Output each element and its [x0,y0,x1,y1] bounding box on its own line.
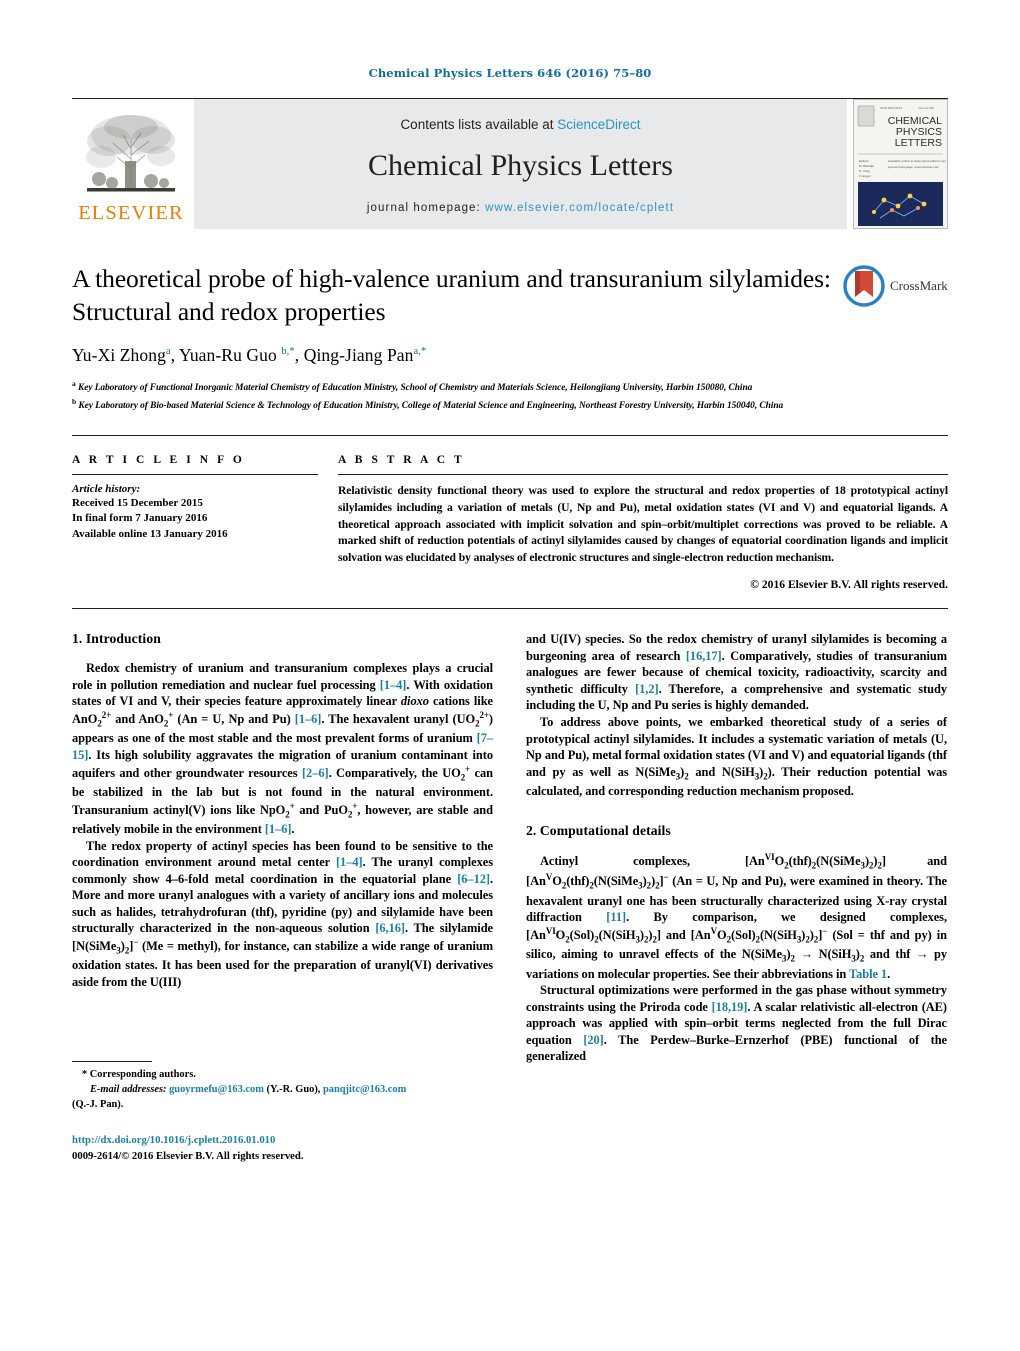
crossmark-badge[interactable]: CrossMark [843,265,948,307]
citation-ref[interactable]: [1–6] [295,712,322,726]
running-head: Chemical Physics Letters 646 (2016) 75–8… [368,66,652,80]
article-page: Chemical Physics Letters 646 (2016) 75–8… [0,0,1020,1351]
citation-ref[interactable]: [2–6] [302,766,329,780]
citation-ref[interactable]: [6–12] [457,872,490,886]
article-info-column: A R T I C L E I N F O Article history: R… [72,454,338,592]
footnote-email-owner-pan: (Q.-J. Pan). [72,1099,124,1111]
section-heading-introduction: 1. Introduction [72,631,161,647]
intro-paragraph-1: Redox chemistry of uranium and transuran… [72,661,494,837]
journal-cover-thumbnail: ISSN 0009-2614 Volume 646 CHEMICAL PHYSI… [853,99,948,229]
affiliation-list: a Key Laboratory of Functional Inorganic… [72,378,948,413]
abstract-copyright: © 2016 Elsevier B.V. All rights reserved… [750,578,948,592]
affiliation-a: a Key Laboratory of Functional Inorganic… [72,378,948,396]
svg-text:Available online at www.scienc: Available online at www.sciencedirect.co… [888,159,946,163]
svg-text:LETTERS: LETTERS [895,137,942,149]
svg-text:V. Engel: V. Engel [859,174,871,178]
corresponding-marker: * [289,346,295,358]
crossmark-label: CrossMark [890,278,948,293]
footnote-rule [72,1060,152,1062]
citation-ref[interactable]: [20] [583,1033,604,1047]
citation-ref[interactable]: [7–15] [72,731,493,762]
email-owner-guo: (Y.-R. Guo), [266,1084,321,1096]
abstract-heading: A B S T R A C T [338,453,465,466]
article-info-rule [72,473,318,475]
doi-link[interactable]: http://dx.doi.org/10.1016/j.cplett.2016.… [72,1132,493,1148]
article-history-final-form: In final form 7 January 2016 [72,512,208,525]
journal-homepage-line: journal homepage: www.elsevier.com/locat… [367,202,674,214]
email-link-guo[interactable]: guoyrmefu@163.com [169,1084,264,1095]
title-block: CrossMark A theoretical probe of high-va… [72,263,948,414]
journal-band: Contents lists available at ScienceDirec… [194,99,847,229]
citation-ref[interactable]: [16,17] [686,649,722,663]
author-affil-marker: a, [413,346,422,358]
svg-text:ISSN 0009-2614: ISSN 0009-2614 [880,106,903,110]
doi-block: http://dx.doi.org/10.1016/j.cplett.2016.… [72,1132,493,1164]
article-info-heading: A R T I C L E I N F O [72,453,245,466]
citation-ref[interactable]: [1,2] [635,682,659,696]
footnote-corresponding: * Corresponding authors. [82,1068,196,1080]
citation-ref[interactable]: [18,19] [712,1000,748,1014]
author-affil-marker: a [165,346,171,358]
computational-paragraph-2: Structural optimizations were performed … [526,983,947,1064]
abstract-text: Relativistic density functional theory w… [338,483,948,565]
intro-paragraph-2: The redox property of actinyl species ha… [72,838,493,989]
svg-text:Editors: Editors [859,159,869,163]
article-history-online: Available online 13 January 2016 [72,527,228,540]
abstract-rule [338,473,948,475]
body-column-right: and U(IV) species. So the redox chemistr… [526,631,947,1164]
footnote-emails: E-mail addresses: guoyrmefu@163.com (Y.-… [72,1082,493,1097]
svg-text:D. Clary: D. Clary [859,169,871,173]
contents-prefix: Contents lists available at [400,116,558,132]
svg-text:Volume 646: Volume 646 [918,106,934,110]
section-heading-computational-details: 2. Computational details [526,822,671,838]
intro-paragraph-4: To address above points, we embarked the… [526,715,948,799]
contents-available-line: Contents lists available at ScienceDirec… [400,117,640,132]
email-link-pan[interactable]: panqjitc@163.com [323,1084,406,1095]
body-column-left: 1. Introduction Redox chemistry of urani… [72,631,493,1164]
table-1-link[interactable]: Table 1 [849,967,887,981]
affiliation-b: b Key Laboratory of Bio-based Material S… [72,396,948,414]
citation-ref[interactable]: [11] [606,910,626,924]
sciencedirect-link[interactable]: ScienceDirect [557,117,640,132]
intro-paragraph-3: and U(IV) species. So the redox chemistr… [526,632,947,713]
body-columns: 1. Introduction Redox chemistry of urani… [72,609,948,1164]
affiliation-a-text: Key Laboratory of Functional Inorganic M… [78,383,753,394]
citation-ref[interactable]: [1–4] [336,855,363,869]
journal-title: Chemical Physics Letters [368,148,673,182]
info-abstract-region: A R T I C L E I N F O Article history: R… [72,436,948,592]
citation-ref[interactable]: [1–6] [265,822,292,836]
abstract-column: A B S T R A C T Relativistic density fun… [338,453,948,592]
elsevier-tree-icon [86,114,175,191]
affil-marker-b: b [72,396,77,406]
article-history-label: Article history: [72,482,141,495]
citation-ref[interactable]: [6,16] [375,921,405,935]
email-label: E-mail addresses: [90,1084,167,1096]
elsevier-wordmark: ELSEVIER [78,201,184,224]
svg-text:M. Barbatti: M. Barbatti [859,164,874,168]
footnote-block: * Corresponding authors. E-mail addresse… [72,1060,493,1164]
homepage-label: journal homepage: [366,201,481,214]
issn-copyright: 0009-2614/© 2016 Elsevier B.V. All right… [72,1150,304,1163]
computational-paragraph-1: Actinyl complexes, [AnVIO2(thf)2(N(SiMe3… [526,851,948,981]
crossmark-icon [843,265,885,307]
homepage-url[interactable]: www.elsevier.com/locate/cplett [485,202,674,214]
corresponding-marker: * [421,346,427,358]
elsevier-logo: ELSEVIER [72,99,190,229]
affil-marker-a: a [72,379,76,389]
affiliation-b-text: Key Laboratory of Bio-based Material Sci… [78,401,784,412]
page-title: A theoretical probe of high-valence uran… [72,264,831,326]
article-history-received: Received 15 December 2015 [72,496,203,509]
cover-art-icon: ISSN 0009-2614 Volume 646 CHEMICAL PHYSI… [854,100,947,228]
citation-ref[interactable]: [1–4] [380,678,407,692]
svg-text:journal homepage: www.elsevier: journal homepage: www.elsevier.com [887,165,939,169]
journal-masthead: ELSEVIER Contents lists available at Sci… [72,98,948,229]
author-list: Yu-Xi Zhonga, Yuan-Ru Guo b,*, Qing-Jian… [72,345,427,366]
